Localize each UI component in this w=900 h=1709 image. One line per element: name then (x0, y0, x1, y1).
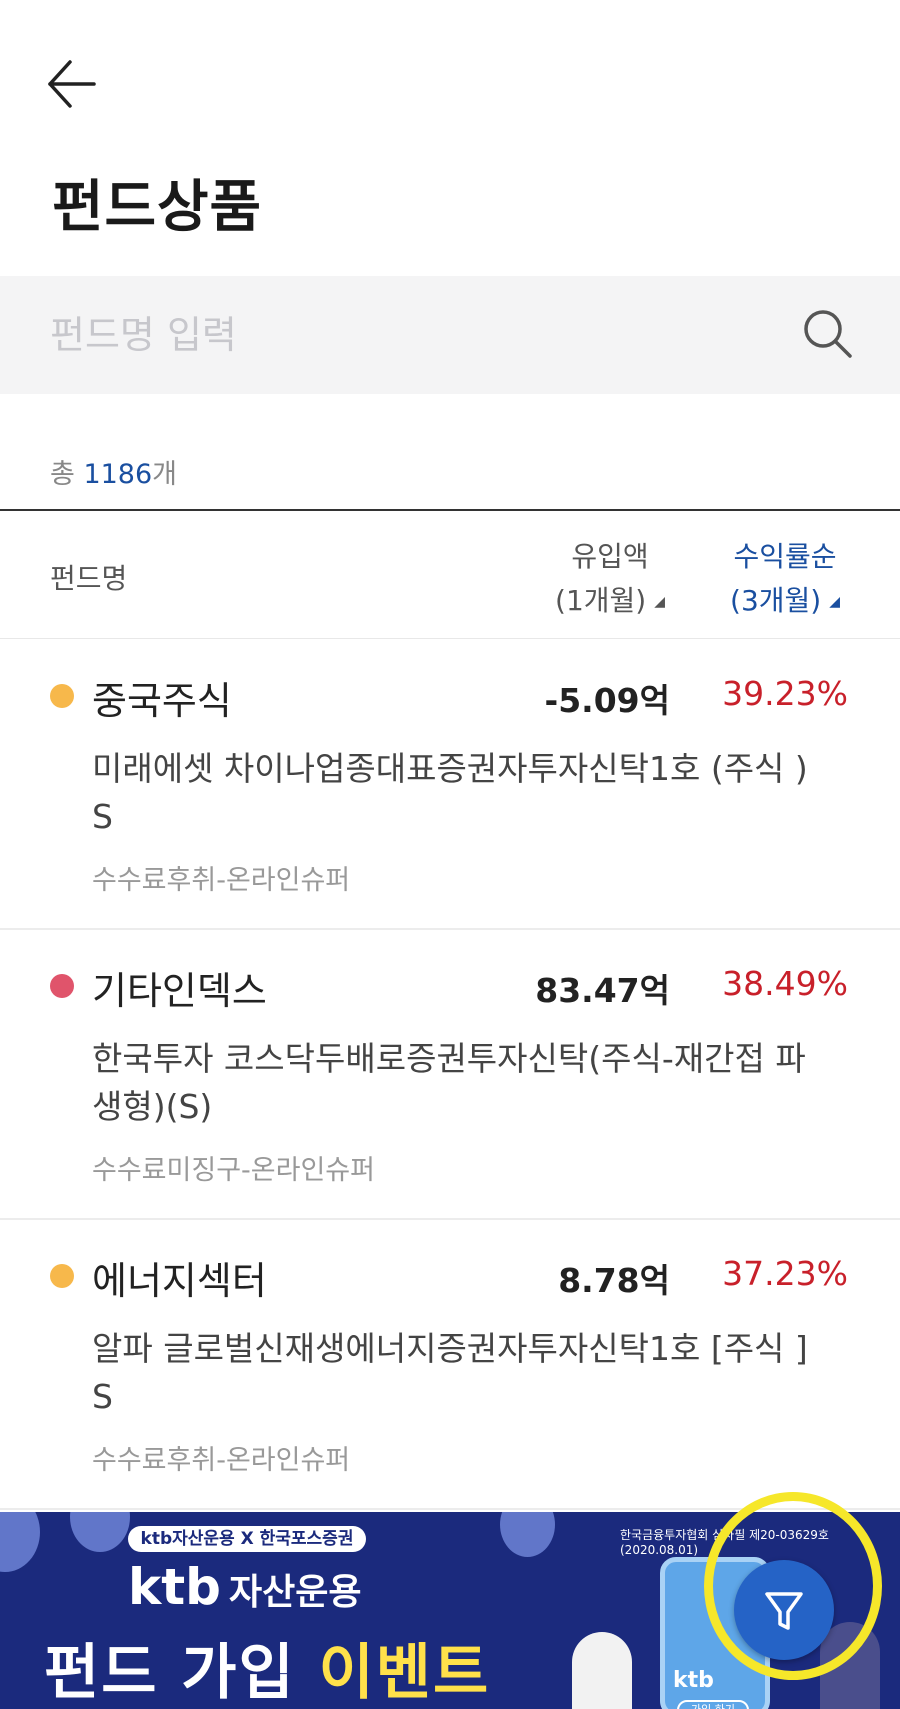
filter-icon (765, 1592, 803, 1630)
search-icon (804, 310, 852, 358)
phone-join-button: 가입 하기 (677, 1700, 749, 1709)
search-input[interactable] (50, 300, 750, 370)
fund-inflow: -5.09억 (544, 681, 670, 720)
count-number: 1186 (83, 459, 153, 490)
banner-headline: 펀드 가입 이벤트 (44, 1624, 490, 1709)
return-header-label: 수익률순 (733, 540, 837, 573)
count-prefix: 총 (50, 459, 84, 490)
fund-category: 에너지섹터 (92, 1259, 267, 1303)
fund-inflow: 83.47억 (535, 971, 670, 1010)
inflow-header-label: 유입액 (571, 540, 649, 573)
balloon-icon (500, 1512, 555, 1557)
column-header-fund-name: 펀드명 (50, 562, 128, 595)
phone-brand: ktb (673, 1668, 714, 1693)
brand-sub: 자산운용 (228, 1572, 362, 1613)
category-dot-icon (50, 1264, 74, 1288)
person-illustration-icon (572, 1632, 632, 1709)
banner-tag: ktb자산운용 X 한국포스증권 (128, 1526, 366, 1552)
triangle-sort-icon: ◢ (829, 594, 840, 610)
sort-by-inflow-button[interactable]: 유입액 (1개월) ◢ (540, 535, 680, 624)
result-count: 총 1186개 (50, 452, 177, 491)
fund-fee-type: 수수료후취-온라인슈퍼 (92, 865, 351, 896)
fund-name: 한국투자 코스닥두배로증권투자신탁(주식-재간접 파생형)(S) (92, 1039, 806, 1126)
headline-highlight: 이벤트 (318, 1638, 491, 1708)
triangle-sort-icon: ◢ (654, 594, 665, 610)
category-dot-icon (50, 684, 74, 708)
fund-fee-type: 수수료미징구-온라인슈퍼 (92, 1155, 375, 1186)
balloon-icon (70, 1512, 130, 1552)
sort-by-return-button[interactable]: 수익률순 (3개월) ◢ (710, 535, 860, 624)
top-bar (0, 0, 900, 150)
banner-brand: ktb 자산운용 (128, 1558, 361, 1616)
fund-list-item[interactable]: 중국주식 -5.09억 39.23% 미래에셋 차이나업종대표증권자투자신탁1호… (0, 640, 900, 930)
fund-return: 39.23% (722, 674, 848, 713)
fund-list-item[interactable]: 기타인덱스 83.47억 38.49% 한국투자 코스닥두배로증권투자신탁(주식… (0, 930, 900, 1220)
brand-name: ktb (128, 1558, 221, 1616)
category-dot-icon (50, 974, 74, 998)
fund-category: 중국주식 (92, 679, 232, 723)
fund-fee-type: 수수료후취-온라인슈퍼 (92, 1445, 351, 1476)
fund-name: 알파 글로벌신재생에너지증권자투자신탁1호 [주식 ] S (92, 1329, 808, 1416)
return-header-period: (3개월) (730, 584, 822, 617)
search-bar (0, 276, 900, 394)
fund-return: 38.49% (722, 964, 848, 1003)
fund-inflow: 8.78억 (558, 1261, 670, 1300)
fund-return: 37.23% (722, 1254, 848, 1293)
fund-category: 기타인덱스 (92, 969, 267, 1013)
fund-list-item[interactable]: 에너지섹터 8.78억 37.23% 알파 글로벌신재생에너지증권자투자신탁1호… (0, 1220, 900, 1510)
back-button[interactable] (42, 52, 102, 112)
headline-main: 펀드 가입 (44, 1638, 319, 1708)
count-suffix: 개 (152, 459, 177, 490)
arrow-left-icon (48, 60, 96, 108)
list-header: 펀드명 유입액 (1개월) ◢ 수익률순 (3개월) ◢ (0, 511, 900, 639)
fund-name: 미래에셋 차이나업종대표증권자투자신탁1호 (주식 ) S (92, 749, 808, 836)
search-button[interactable] (800, 306, 856, 362)
filter-button[interactable] (734, 1560, 834, 1660)
page-title: 펀드상품 (52, 175, 263, 240)
balloon-icon (0, 1512, 40, 1572)
banner-legal-notice: 한국금융투자협회 심사필 제20-03629호(2020.08.01) (620, 1528, 829, 1557)
inflow-header-period: (1개월) (555, 584, 647, 617)
